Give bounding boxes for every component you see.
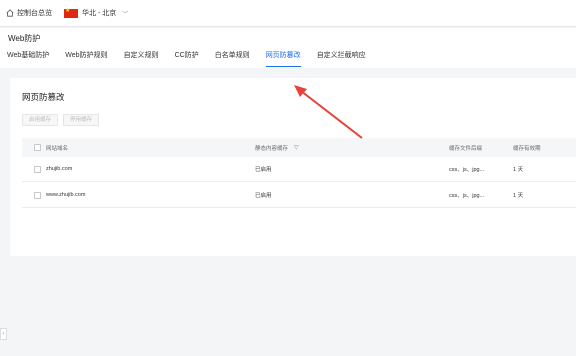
annotation-arrow-icon xyxy=(294,85,363,139)
